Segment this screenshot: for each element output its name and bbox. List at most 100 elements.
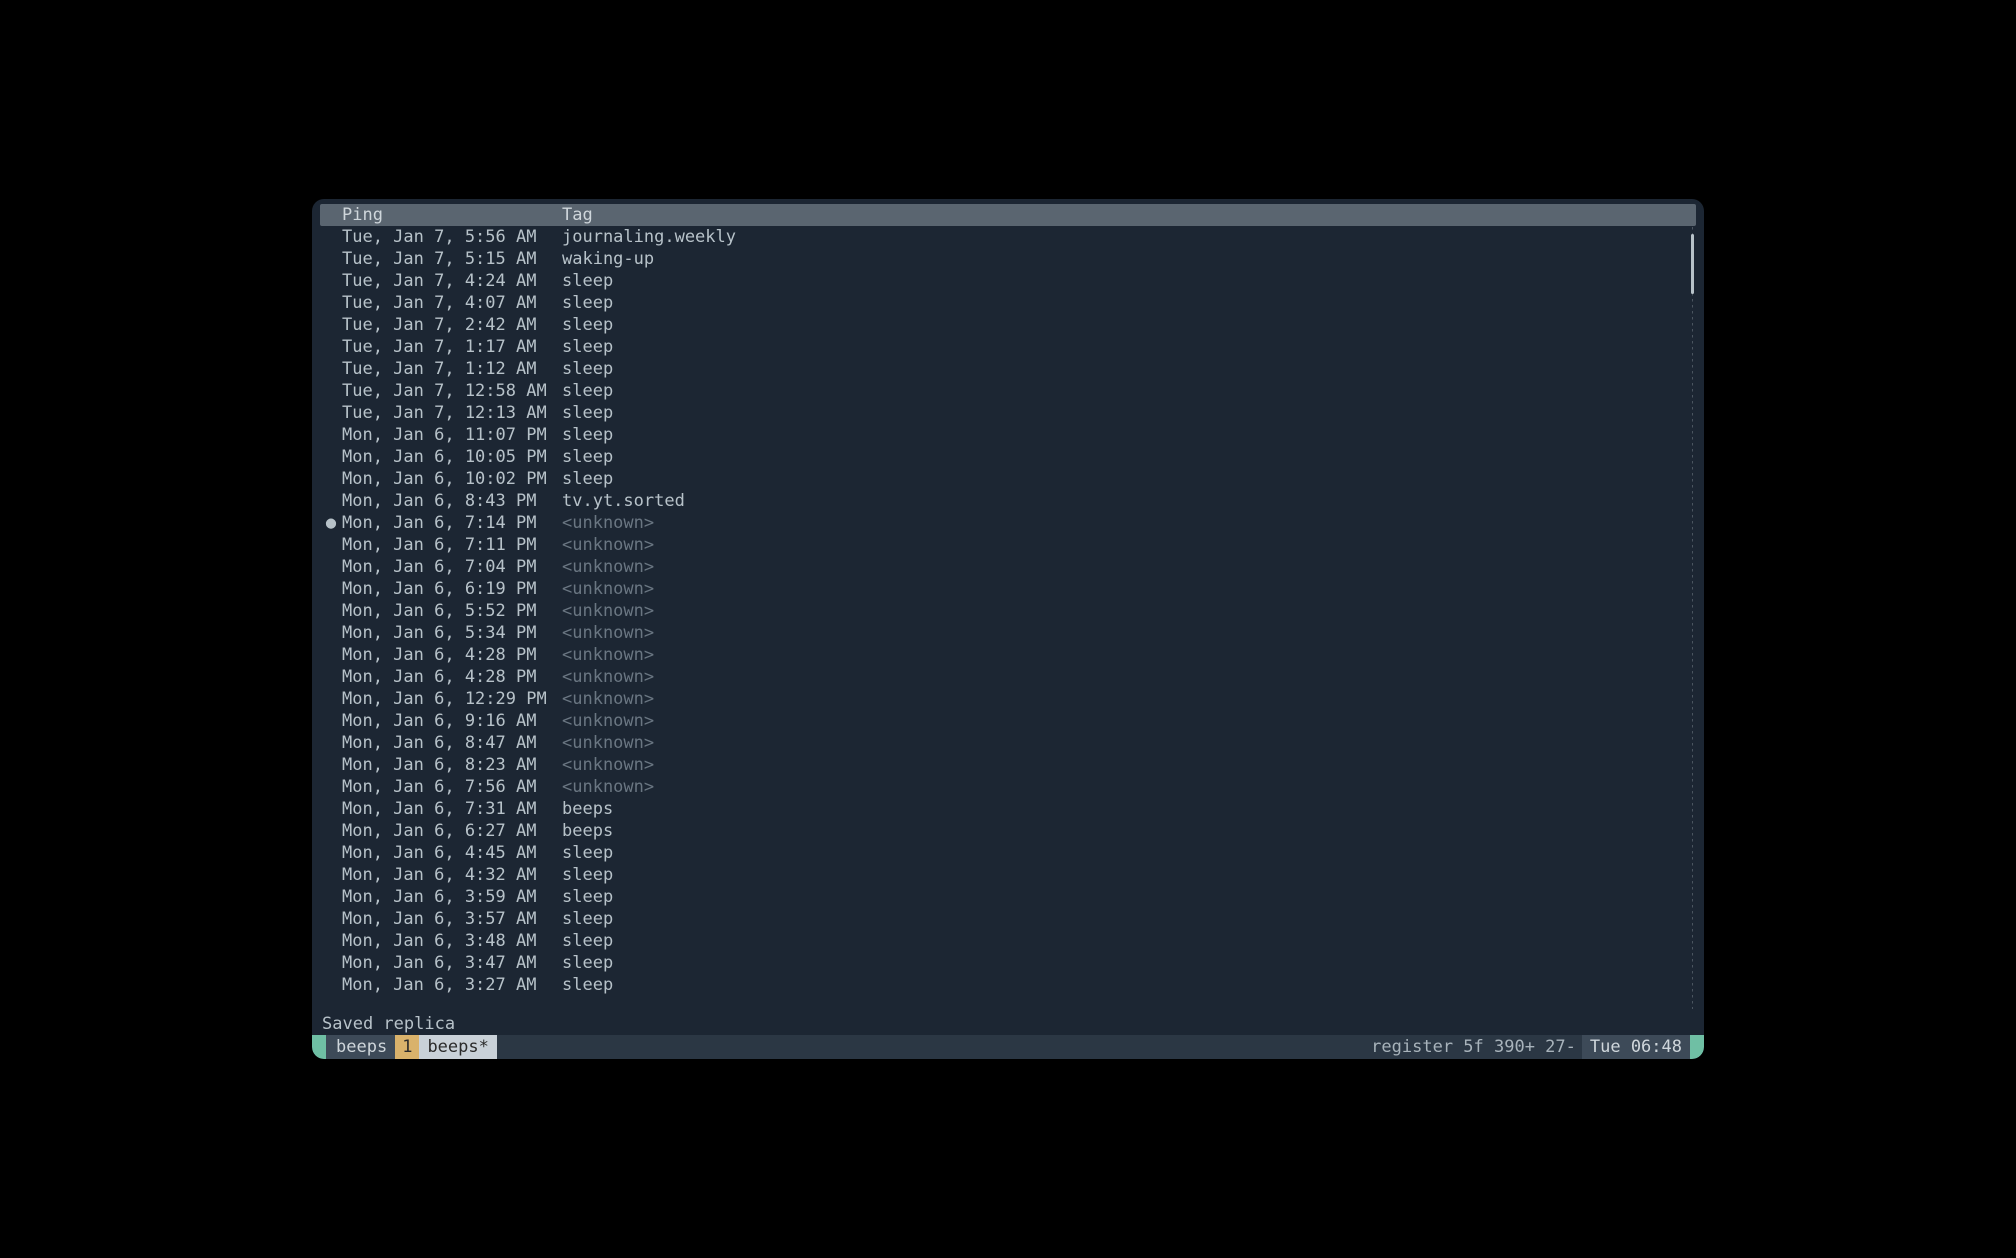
- table-row[interactable]: Mon, Jan 6, 12:29 PM<unknown>: [320, 688, 1696, 710]
- ping-cell: Mon, Jan 6, 7:11 PM: [342, 534, 562, 556]
- ping-cell: Tue, Jan 7, 5:56 AM: [342, 226, 562, 248]
- table-row[interactable]: ●Mon, Jan 6, 7:14 PM<unknown>: [320, 512, 1696, 534]
- table-row[interactable]: Mon, Jan 6, 8:47 AM<unknown>: [320, 732, 1696, 754]
- ping-cell: Tue, Jan 7, 12:58 AM: [342, 380, 562, 402]
- table-row[interactable]: Tue, Jan 7, 5:56 AMjournaling.weekly: [320, 226, 1696, 248]
- window-name[interactable]: beeps*: [419, 1035, 496, 1059]
- tag-cell: <unknown>: [562, 512, 1696, 534]
- ping-cell: Mon, Jan 6, 12:29 PM: [342, 688, 562, 710]
- tag-cell: <unknown>: [562, 622, 1696, 644]
- ping-cell: Tue, Jan 7, 4:07 AM: [342, 292, 562, 314]
- rows-container[interactable]: Tue, Jan 7, 5:56 AMjournaling.weeklyTue,…: [320, 226, 1696, 1013]
- table-row[interactable]: Mon, Jan 6, 5:52 PM<unknown>: [320, 600, 1696, 622]
- ping-cell: Mon, Jan 6, 10:02 PM: [342, 468, 562, 490]
- ping-cell: Mon, Jan 6, 8:47 AM: [342, 732, 562, 754]
- table-header: Ping Tag: [320, 204, 1696, 226]
- table-row[interactable]: Tue, Jan 7, 4:24 AMsleep: [320, 270, 1696, 292]
- table-row[interactable]: Tue, Jan 7, 1:12 AMsleep: [320, 358, 1696, 380]
- header-tag: Tag: [562, 204, 1696, 226]
- tag-cell: <unknown>: [562, 534, 1696, 556]
- ping-cell: Mon, Jan 6, 3:57 AM: [342, 908, 562, 930]
- table-row[interactable]: Mon, Jan 6, 5:34 PM<unknown>: [320, 622, 1696, 644]
- table-row[interactable]: Tue, Jan 7, 4:07 AMsleep: [320, 292, 1696, 314]
- scrollbar-track[interactable]: [1692, 227, 1693, 1009]
- ping-cell: Mon, Jan 6, 4:28 PM: [342, 644, 562, 666]
- tmux-status-bar: beeps 1 beeps* register 5f 390+ 27- Tue …: [312, 1035, 1704, 1059]
- table-row[interactable]: Mon, Jan 6, 10:05 PMsleep: [320, 446, 1696, 468]
- tag-cell: tv.yt.sorted: [562, 490, 1696, 512]
- tag-cell: waking-up: [562, 248, 1696, 270]
- table-row[interactable]: Mon, Jan 6, 7:56 AM<unknown>: [320, 776, 1696, 798]
- table-row[interactable]: Mon, Jan 6, 8:23 AM<unknown>: [320, 754, 1696, 776]
- tag-cell: <unknown>: [562, 644, 1696, 666]
- status-accent-right: [1690, 1035, 1704, 1059]
- tag-cell: beeps: [562, 820, 1696, 842]
- table-row[interactable]: Mon, Jan 6, 3:48 AMsleep: [320, 930, 1696, 952]
- ping-cell: Tue, Jan 7, 4:24 AM: [342, 270, 562, 292]
- table-row[interactable]: Mon, Jan 6, 7:04 PM<unknown>: [320, 556, 1696, 578]
- ping-cell: Mon, Jan 6, 11:07 PM: [342, 424, 562, 446]
- tag-cell: <unknown>: [562, 710, 1696, 732]
- ping-cell: Mon, Jan 6, 6:19 PM: [342, 578, 562, 600]
- ping-cell: Tue, Jan 7, 1:17 AM: [342, 336, 562, 358]
- tag-cell: sleep: [562, 358, 1696, 380]
- status-right: register 5f 390+ 27- Tue 06:48: [1365, 1035, 1704, 1059]
- table-row[interactable]: Mon, Jan 6, 7:31 AMbeeps: [320, 798, 1696, 820]
- tag-cell: sleep: [562, 952, 1696, 974]
- table-row[interactable]: Mon, Jan 6, 3:27 AMsleep: [320, 974, 1696, 996]
- ping-cell: Mon, Jan 6, 10:05 PM: [342, 446, 562, 468]
- row-marker-icon: ●: [320, 512, 342, 534]
- table-row[interactable]: Mon, Jan 6, 4:28 PM<unknown>: [320, 666, 1696, 688]
- window-number[interactable]: 1: [395, 1035, 419, 1059]
- tag-cell: <unknown>: [562, 666, 1696, 688]
- tag-cell: sleep: [562, 336, 1696, 358]
- tag-cell: beeps: [562, 798, 1696, 820]
- ping-cell: Mon, Jan 6, 5:34 PM: [342, 622, 562, 644]
- table-row[interactable]: Mon, Jan 6, 4:28 PM<unknown>: [320, 644, 1696, 666]
- ping-cell: Tue, Jan 7, 1:12 AM: [342, 358, 562, 380]
- table-row[interactable]: Mon, Jan 6, 3:57 AMsleep: [320, 908, 1696, 930]
- table-row[interactable]: Tue, Jan 7, 2:42 AMsleep: [320, 314, 1696, 336]
- ping-cell: Mon, Jan 6, 4:32 AM: [342, 864, 562, 886]
- tag-cell: <unknown>: [562, 732, 1696, 754]
- ping-cell: Tue, Jan 7, 2:42 AM: [342, 314, 562, 336]
- tag-cell: sleep: [562, 424, 1696, 446]
- ping-cell: Mon, Jan 6, 5:52 PM: [342, 600, 562, 622]
- table-row[interactable]: Mon, Jan 6, 4:32 AMsleep: [320, 864, 1696, 886]
- ping-cell: Mon, Jan 6, 7:31 AM: [342, 798, 562, 820]
- table-row[interactable]: Mon, Jan 6, 6:19 PM<unknown>: [320, 578, 1696, 600]
- tag-cell: <unknown>: [562, 556, 1696, 578]
- tag-cell: <unknown>: [562, 754, 1696, 776]
- tag-cell: sleep: [562, 446, 1696, 468]
- table-row[interactable]: Mon, Jan 6, 9:16 AM<unknown>: [320, 710, 1696, 732]
- session-name[interactable]: beeps: [334, 1035, 395, 1059]
- table-row[interactable]: Mon, Jan 6, 8:43 PMtv.yt.sorted: [320, 490, 1696, 512]
- table-row[interactable]: Tue, Jan 7, 1:17 AMsleep: [320, 336, 1696, 358]
- table-row[interactable]: Mon, Jan 6, 3:47 AMsleep: [320, 952, 1696, 974]
- ping-cell: Mon, Jan 6, 7:14 PM: [342, 512, 562, 534]
- table-row[interactable]: Mon, Jan 6, 7:11 PM<unknown>: [320, 534, 1696, 556]
- table-row[interactable]: Tue, Jan 7, 12:13 AMsleep: [320, 402, 1696, 424]
- ping-cell: Mon, Jan 6, 7:56 AM: [342, 776, 562, 798]
- tag-cell: sleep: [562, 864, 1696, 886]
- tag-cell: sleep: [562, 468, 1696, 490]
- ping-cell: Mon, Jan 6, 3:47 AM: [342, 952, 562, 974]
- ping-cell: Tue, Jan 7, 12:13 AM: [342, 402, 562, 424]
- tag-cell: sleep: [562, 908, 1696, 930]
- tag-cell: sleep: [562, 314, 1696, 336]
- table-row[interactable]: Tue, Jan 7, 12:58 AMsleep: [320, 380, 1696, 402]
- ping-cell: Mon, Jan 6, 9:16 AM: [342, 710, 562, 732]
- table-row[interactable]: Tue, Jan 7, 5:15 AMwaking-up: [320, 248, 1696, 270]
- ping-cell: Mon, Jan 6, 4:45 AM: [342, 842, 562, 864]
- clock: Tue 06:48: [1582, 1035, 1690, 1059]
- ping-cell: Mon, Jan 6, 8:23 AM: [342, 754, 562, 776]
- terminal-window: Ping Tag Tue, Jan 7, 5:56 AMjournaling.w…: [312, 199, 1704, 1059]
- table-row[interactable]: Mon, Jan 6, 3:59 AMsleep: [320, 886, 1696, 908]
- table-row[interactable]: Mon, Jan 6, 10:02 PMsleep: [320, 468, 1696, 490]
- table-row[interactable]: Mon, Jan 6, 6:27 AMbeeps: [320, 820, 1696, 842]
- table-row[interactable]: Mon, Jan 6, 4:45 AMsleep: [320, 842, 1696, 864]
- ping-cell: Mon, Jan 6, 6:27 AM: [342, 820, 562, 842]
- table-row[interactable]: Mon, Jan 6, 11:07 PMsleep: [320, 424, 1696, 446]
- ping-cell: Mon, Jan 6, 3:59 AM: [342, 886, 562, 908]
- scrollbar-thumb[interactable]: [1691, 234, 1694, 294]
